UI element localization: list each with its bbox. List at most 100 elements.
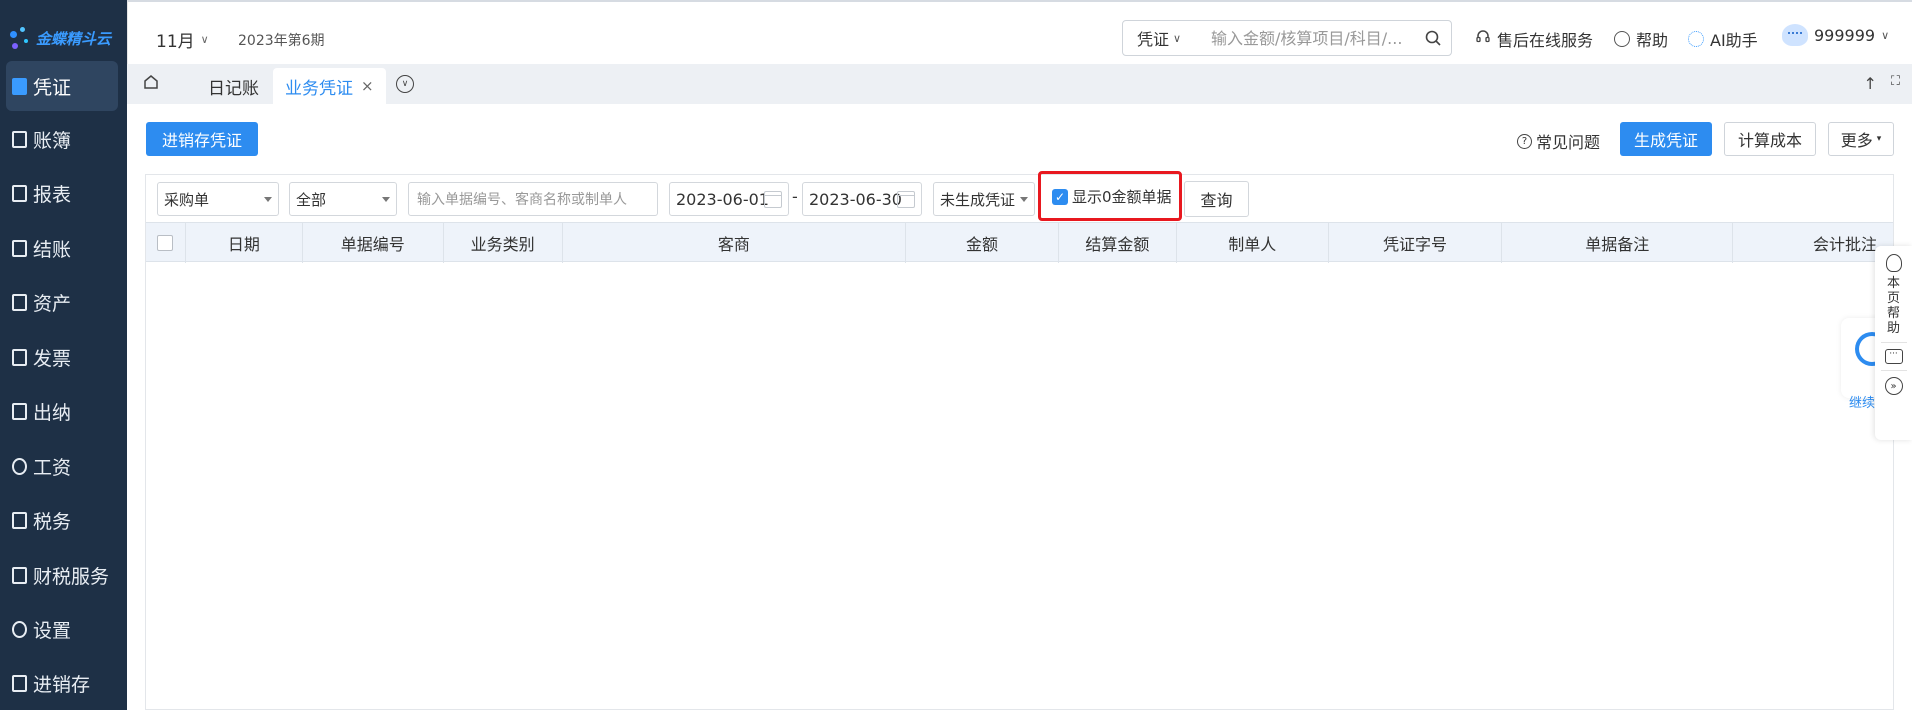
sidebar-item-report[interactable]: 报表 (0, 168, 127, 218)
voucher-status-value: 未生成凭证 (940, 190, 1016, 209)
select-all-cell (146, 223, 186, 263)
voucher-status-select[interactable]: 未生成凭证 (933, 182, 1035, 216)
divider (1880, 342, 1907, 343)
sidebar-item-finance-service[interactable]: 财税服务 (0, 550, 127, 600)
close-icon[interactable]: × (361, 77, 374, 95)
date-from-input[interactable]: 2023-06-01 (669, 182, 789, 216)
sidebar-item-tax[interactable]: 税务 (0, 495, 127, 545)
sidebar-item-label: 税务 (33, 510, 72, 533)
column-header-amount[interactable]: 金额 (906, 223, 1059, 263)
sidebar-item-settings[interactable]: 设置 (0, 604, 127, 654)
sidebar-item-cashier[interactable]: 出纳 (0, 386, 127, 436)
calendar-icon (897, 191, 915, 208)
date-separator: - (792, 187, 798, 206)
sidebar-item-invoice[interactable]: 发票 (0, 332, 127, 382)
doc-type-value: 采购单 (164, 190, 210, 209)
continue-link[interactable]: 继续 (1849, 392, 1875, 411)
sidebar-item-asset[interactable]: 资产 (0, 277, 127, 327)
keyword-placeholder: 输入单据编号、客商名称或制单人 (417, 192, 627, 208)
sidebar-item-label: 结账 (33, 238, 72, 261)
inventory-voucher-button[interactable]: 进销存凭证 (146, 122, 258, 156)
logo-mark-icon (8, 23, 30, 53)
date-from-value: 2023-06-01 (676, 189, 769, 209)
faq-label: 常见问题 (1536, 133, 1601, 152)
invoice-icon (12, 348, 27, 366)
lightbulb-icon[interactable] (1885, 254, 1902, 272)
search-type-label: 凭证 (1137, 30, 1170, 49)
search-icon[interactable] (1415, 30, 1451, 46)
column-header-doc-number[interactable]: 单据编号 (303, 223, 444, 263)
column-header-voucher-number[interactable]: 凭证字号 (1329, 223, 1503, 263)
scope-select[interactable]: 全部 (289, 182, 397, 216)
period-label: 2023年第6期 (238, 33, 325, 49)
column-header-creator[interactable]: 制单人 (1177, 223, 1329, 263)
sidebar-item-label: 资产 (33, 292, 72, 315)
caret-down-icon: ▾ (1876, 134, 1882, 144)
expand-icon[interactable]: » (1884, 377, 1903, 395)
date-to-input[interactable]: 2023-06-30 (802, 182, 922, 216)
date-to-value: 2023-06-30 (809, 189, 902, 209)
checkmark-icon[interactable]: ✓ (1052, 188, 1068, 205)
inventory-icon (12, 674, 27, 692)
chevron-down-icon: ∨ (1173, 31, 1182, 45)
sidebar-item-ledger[interactable]: 账簿 (0, 114, 127, 164)
column-header-accounting-note[interactable]: 会计批注 (1733, 223, 1893, 263)
table-header: 日期 单据编号 业务类别 客商 金额 结算金额 制单人 凭证字号 单据备注 会计… (146, 222, 1893, 263)
divider (1880, 370, 1907, 371)
keyword-input[interactable]: 输入单据编号、客商名称或制单人 (408, 182, 658, 216)
scroll-top-icon[interactable]: ↑ (1863, 74, 1876, 93)
top-header: 11月 ∨ 2023年第6期 凭证 ∨ 售后在线服务 帮助 AI助手 99999… (127, 0, 1912, 72)
after-sales-service-link[interactable]: 售后在线服务 (1475, 27, 1593, 51)
show-zero-amount-checkbox[interactable]: ✓ 显示0金额单据 (1052, 186, 1172, 207)
help-label: 帮助 (1636, 31, 1669, 50)
fullscreen-icon[interactable]: ⛶ (1891, 74, 1900, 93)
sidebar-item-closing[interactable]: 结账 (0, 223, 127, 273)
sidebar-item-salary[interactable]: 工资 (0, 441, 127, 491)
tab-bar-actions: ↑ ⛶ (1863, 74, 1900, 93)
faq-link[interactable]: ? 常见问题 (1517, 129, 1600, 153)
calendar-icon (764, 191, 782, 208)
column-header-doc-remark[interactable]: 单据备注 (1502, 223, 1734, 263)
select-all-checkbox[interactable] (157, 235, 174, 251)
home-icon[interactable] (141, 72, 163, 94)
calculate-cost-button[interactable]: 计算成本 (1724, 122, 1816, 156)
sidebar-item-label: 报表 (33, 183, 72, 206)
user-menu[interactable]: 999999 ∨ (1782, 24, 1889, 46)
column-header-settlement-amount[interactable]: 结算金额 (1059, 223, 1177, 263)
column-header-date[interactable]: 日期 (186, 223, 303, 263)
avatar (1782, 24, 1808, 46)
period-selector[interactable]: 11月 ∨ (156, 27, 209, 52)
chevron-down-icon: ∨ (200, 33, 209, 46)
column-header-business-type[interactable]: 业务类别 (444, 223, 563, 263)
sidebar-item-label: 财税服务 (33, 565, 110, 588)
generate-voucher-button[interactable]: 生成凭证 (1620, 122, 1712, 156)
doc-type-select[interactable]: 采购单 (157, 182, 279, 216)
search-type-dropdown[interactable]: 凭证 ∨ (1123, 26, 1201, 50)
tab-journal[interactable]: 日记账 (196, 68, 271, 104)
sidebar-item-label: 账簿 (33, 129, 72, 152)
period-month: 11月 (156, 32, 195, 52)
column-header-partner[interactable]: 客商 (563, 223, 907, 263)
finance-service-icon (12, 566, 27, 584)
sidebar-item-voucher[interactable]: 凭证 (6, 61, 118, 111)
ai-assistant-link[interactable]: AI助手 (1688, 27, 1758, 51)
sidebar-item-label: 进销存 (33, 673, 91, 696)
ledger-icon (12, 130, 27, 148)
help-link[interactable]: 帮助 (1614, 27, 1668, 51)
question-icon: ? (1517, 133, 1532, 149)
sidebar-item-inventory[interactable]: 进销存 (0, 658, 127, 708)
more-button[interactable]: 更多 ▾ (1828, 122, 1894, 156)
tab-dropdown-icon[interactable]: ∨ (396, 75, 414, 93)
tab-bar: 日记账 业务凭证 × ∨ ↑ ⛶ (127, 64, 1912, 104)
chat-icon[interactable]: ··· (1884, 349, 1903, 364)
search-input[interactable] (1201, 28, 1415, 48)
sidebar-item-label: 发票 (33, 347, 72, 370)
query-button[interactable]: 查询 (1184, 181, 1249, 217)
cashier-icon (12, 402, 27, 420)
salary-icon (12, 457, 27, 475)
user-name: 999999 (1814, 25, 1876, 45)
tab-business-voucher[interactable]: 业务凭证 × (273, 68, 386, 104)
page-help-label[interactable]: 本页帮助 (1887, 276, 1901, 336)
voucher-icon (12, 77, 27, 95)
floating-help-panel: 本页帮助 ··· » (1875, 246, 1912, 440)
